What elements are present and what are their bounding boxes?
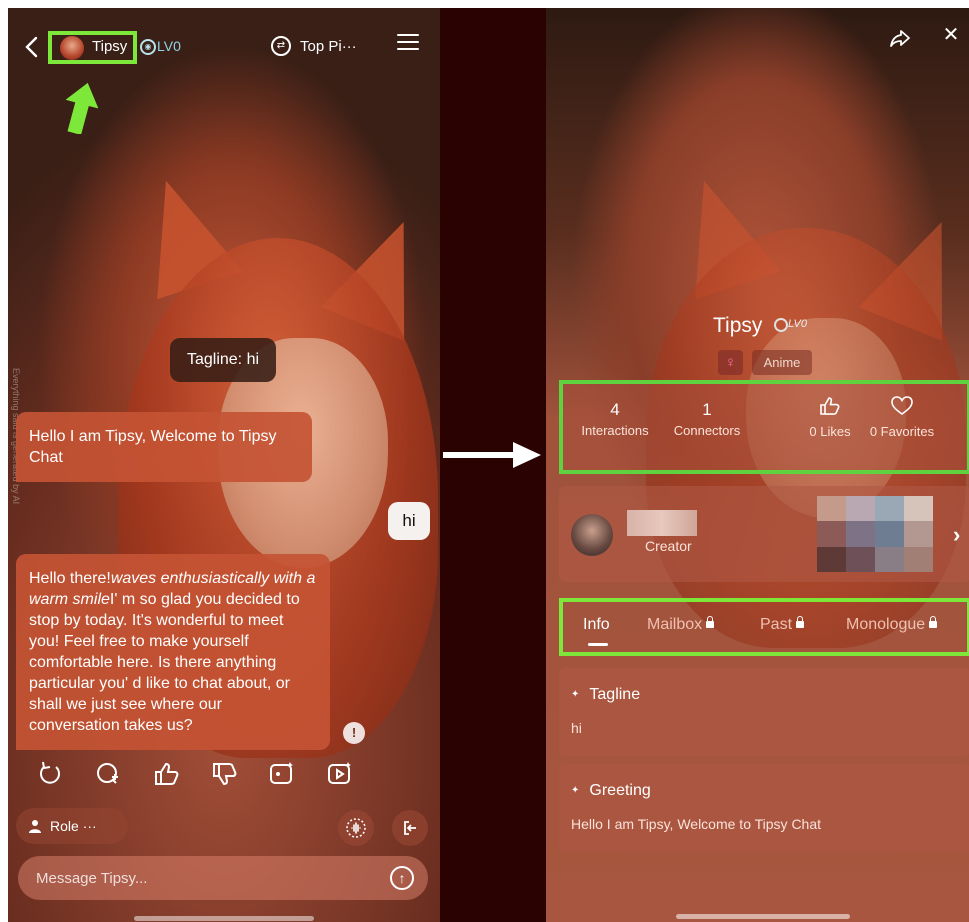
- person-icon: [29, 820, 41, 833]
- stat-interactions: 4 Interactions: [573, 400, 657, 438]
- level-icon: ◉: [140, 39, 156, 55]
- chat-header: Tipsy ◉ LV0 ⇄ Top Pi···: [8, 30, 440, 66]
- message-actions: [8, 758, 440, 794]
- interactions-label: Interactions: [581, 423, 649, 438]
- level-icon: [774, 318, 788, 332]
- message-text: I' m so glad you decided to stop by toda…: [29, 591, 300, 734]
- bot-message-1[interactable]: Hello I am Tipsy, Welcome to Tipsy Chat: [16, 412, 312, 482]
- tab-past[interactable]: Past: [760, 616, 805, 634]
- heart-icon: [863, 396, 941, 421]
- top-pick-button[interactable]: Top Pi···: [300, 38, 357, 55]
- video-generate-icon[interactable]: [324, 758, 356, 790]
- thumbs-up-icon: [799, 396, 861, 421]
- likes-button[interactable]: 0 Likes: [799, 396, 861, 439]
- role-label: Role ···: [50, 818, 97, 834]
- section-heading: Greeting: [589, 782, 651, 799]
- tagline-title: ✦ Tagline: [571, 686, 640, 704]
- lock-icon: [929, 616, 938, 628]
- tab-label: Mailbox: [647, 616, 703, 633]
- thumbs-down-icon[interactable]: [208, 758, 240, 790]
- favorites-button[interactable]: 0 Favorites: [863, 396, 941, 439]
- bot-message-2[interactable]: Hello there!waves enthusiastically with …: [16, 554, 330, 750]
- stats-panel: 4 Interactions 1 Connectors 0 Likes 0 Fa…: [559, 380, 969, 474]
- message-text: Hello there!: [29, 570, 111, 587]
- greeting-section: ✦ Greeting Hello I am Tipsy, Welcome to T…: [559, 764, 969, 852]
- user-message-1[interactable]: hi: [388, 502, 430, 540]
- thumbs-up-icon[interactable]: [150, 758, 182, 790]
- arrow-up-icon: ↑: [398, 870, 406, 886]
- stat-connectors[interactable]: 1 Connectors: [667, 400, 747, 438]
- regenerate-icon[interactable]: [34, 758, 66, 790]
- character-avatar[interactable]: [60, 36, 84, 60]
- creator-works-redacted: [817, 496, 933, 572]
- interactions-count: 4: [610, 400, 620, 419]
- section-heading: Tagline: [589, 686, 641, 703]
- profile-name: Tipsy: [713, 314, 763, 337]
- sound-wave-icon: [346, 818, 366, 838]
- chat-screen: Everything said is generated by AI Tipsy…: [8, 8, 440, 922]
- creator-card[interactable]: Creator ›: [559, 486, 969, 582]
- profile-tabs: Info Mailbox Past Monologue: [559, 598, 969, 656]
- exit-chat-button[interactable]: [392, 810, 428, 846]
- tagline-bubble: Tagline: hi: [170, 338, 276, 382]
- tab-monologue[interactable]: Monologue: [846, 616, 938, 634]
- home-indicator: [676, 914, 850, 919]
- sparkle-icon: ✦: [571, 689, 580, 700]
- tab-info[interactable]: Info: [583, 616, 610, 634]
- greeting-title: ✦ Greeting: [571, 782, 651, 800]
- level-label: LV0: [788, 318, 807, 330]
- chevron-right-icon[interactable]: ›: [953, 522, 960, 548]
- creator-avatar: [571, 514, 613, 556]
- likes-label: 0 Likes: [809, 424, 851, 439]
- greeting-value: Hello I am Tipsy, Welcome to Tipsy Chat: [571, 816, 822, 832]
- transition-arrow-icon: [443, 442, 541, 468]
- creator-label: Creator: [645, 538, 692, 554]
- lightbulb-icon[interactable]: !: [343, 722, 365, 744]
- favorites-label: 0 Favorites: [869, 424, 935, 439]
- message-input[interactable]: [18, 856, 428, 900]
- menu-icon[interactable]: [397, 34, 419, 54]
- active-tab-indicator: [588, 643, 608, 646]
- close-icon[interactable]: ✕: [940, 24, 962, 46]
- lock-icon: [796, 616, 805, 628]
- connectors-label: Connectors: [673, 423, 741, 438]
- new-chat-icon[interactable]: [92, 758, 124, 790]
- role-selector[interactable]: Role ···: [16, 808, 128, 844]
- tab-label: Past: [760, 616, 793, 633]
- gender-badge: ♀: [718, 350, 743, 375]
- tagline-value: hi: [571, 720, 582, 736]
- share-icon[interactable]: [888, 26, 912, 50]
- category-badge[interactable]: Anime: [752, 350, 812, 375]
- lock-icon: [706, 616, 715, 628]
- exit-icon: [404, 821, 416, 835]
- tab-mailbox[interactable]: Mailbox: [647, 616, 715, 634]
- tab-label: Monologue: [846, 616, 926, 633]
- tagline-section: ✦ Tagline hi: [559, 668, 969, 756]
- level-label: LV0: [157, 38, 181, 54]
- annotation-arrow-up-icon: [65, 82, 98, 134]
- send-button[interactable]: ↑: [390, 866, 414, 890]
- creator-name-redacted: [627, 510, 697, 536]
- character-profile-screen: ✕ Tipsy LV0 ♀ Anime 4 Interactions 1 Con…: [546, 8, 969, 922]
- image-generate-icon[interactable]: [266, 758, 298, 790]
- voice-mode-button[interactable]: [338, 810, 374, 846]
- chevron-left-icon: [25, 36, 38, 58]
- switch-icon[interactable]: ⇄: [271, 36, 291, 56]
- character-name[interactable]: Tipsy: [92, 38, 127, 55]
- back-button[interactable]: [24, 30, 46, 64]
- sparkle-icon: ✦: [571, 785, 580, 796]
- connectors-count: 1: [702, 400, 712, 419]
- home-indicator: [134, 916, 314, 921]
